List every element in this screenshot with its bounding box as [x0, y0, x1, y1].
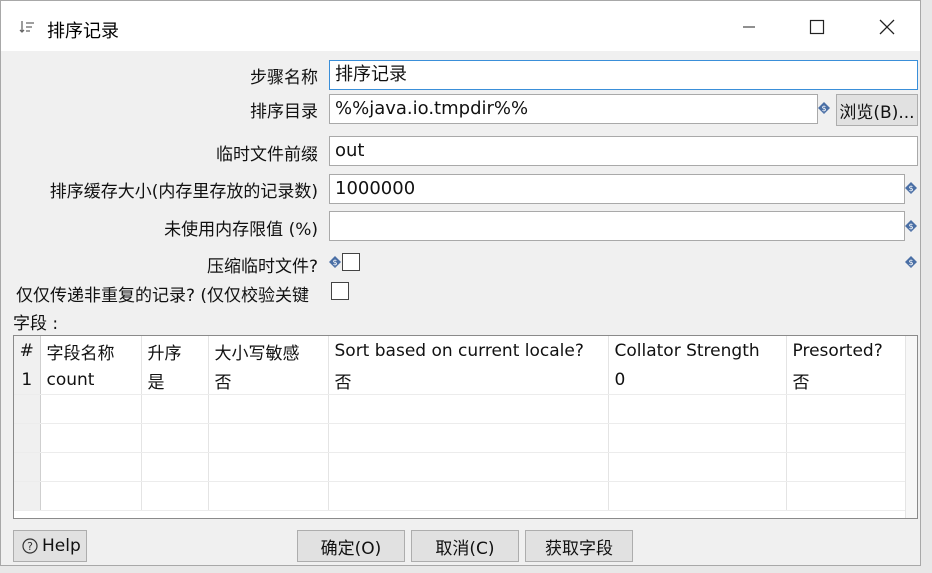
row-number: 1 — [14, 366, 41, 395]
maximize-icon — [809, 19, 825, 35]
column-header[interactable]: Collator Strength — [608, 336, 787, 366]
sort-buffer-label: 排序缓存大小(内存里存放的记录数) — [49, 182, 318, 202]
table-cell[interactable]: 否 — [208, 366, 329, 395]
empty-row[interactable] — [14, 481, 908, 511]
column-header[interactable]: 大小写敏感 — [208, 336, 329, 366]
column-header[interactable]: Presorted? — [786, 336, 908, 366]
minimize-icon — [743, 26, 755, 28]
variable-icon: $ — [905, 220, 917, 232]
help-button[interactable]: ? Help — [13, 530, 87, 562]
svg-text:$: $ — [821, 104, 826, 113]
table-cell[interactable]: count — [40, 366, 142, 395]
close-button[interactable] — [867, 11, 907, 43]
help-icon: ? — [22, 538, 38, 554]
table-scroll-gutter[interactable] — [905, 336, 917, 518]
fields-table: # 字段名称 升序 大小写敏感 Sort based on current lo… — [13, 335, 918, 519]
sort-rows-dialog: 排序记录 步骤名称 排序记录 排序目录 %%java.io.tmpdir%% $… — [0, 0, 921, 566]
temp-prefix-input[interactable]: out — [329, 136, 918, 166]
get-fields-button[interactable]: 获取字段 — [525, 530, 633, 562]
cancel-button[interactable]: 取消(C) — [411, 530, 519, 562]
free-memory-input[interactable] — [329, 211, 905, 241]
table-cell[interactable]: 否 — [328, 366, 609, 395]
sort-directory-input[interactable]: %%java.io.tmpdir%% — [329, 94, 818, 124]
empty-row[interactable] — [14, 423, 908, 453]
table-cell[interactable]: 否 — [786, 366, 908, 395]
browse-button[interactable]: 浏览(B)... — [836, 94, 918, 126]
table-row[interactable]: 1 count 是 否 否 0 否 — [14, 366, 908, 395]
window-title: 排序记录 — [47, 21, 119, 42]
svg-text:?: ? — [27, 540, 33, 553]
sort-icon — [19, 21, 34, 33]
variable-icon: $ — [905, 182, 917, 194]
sort-directory-label: 排序目录 — [250, 102, 318, 122]
compress-label: 压缩临时文件? — [206, 257, 318, 277]
minimize-button[interactable] — [729, 11, 769, 43]
table-header-row: # 字段名称 升序 大小写敏感 Sort based on current lo… — [14, 336, 908, 366]
table-cell[interactable]: 是 — [141, 366, 209, 395]
svg-text:$: $ — [332, 258, 337, 267]
temp-prefix-label: 临时文件前缀 — [216, 145, 318, 165]
compress-checkbox[interactable] — [342, 253, 360, 271]
free-memory-label: 未使用内存限值 (%) — [164, 220, 318, 240]
empty-row[interactable] — [14, 452, 908, 482]
column-header[interactable]: 字段名称 — [40, 336, 142, 366]
title-bar: 排序记录 — [1, 1, 920, 51]
help-label: Help — [42, 536, 81, 556]
svg-text:$: $ — [908, 222, 913, 231]
svg-text:$: $ — [908, 258, 913, 267]
sort-buffer-input[interactable]: 1000000 — [329, 174, 905, 204]
variable-icon: $ — [818, 102, 830, 114]
step-name-input[interactable]: 排序记录 — [329, 60, 918, 90]
maximize-button[interactable] — [797, 11, 837, 43]
column-header[interactable]: # — [14, 336, 41, 366]
close-icon — [879, 19, 895, 35]
unique-rows-label: 仅仅传递非重复的记录? (仅仅校验关键 — [16, 286, 310, 306]
variable-icon: $ — [905, 256, 917, 268]
variable-icon: $ — [329, 256, 341, 268]
column-header[interactable]: 升序 — [141, 336, 209, 366]
empty-row[interactable] — [14, 394, 908, 424]
ok-button[interactable]: 确定(O) — [297, 530, 405, 562]
fields-label: 字段 : — [13, 314, 59, 334]
step-name-label: 步骤名称 — [250, 68, 318, 88]
svg-text:$: $ — [908, 184, 913, 193]
unique-rows-checkbox[interactable] — [331, 282, 349, 300]
table-cell[interactable]: 0 — [608, 366, 787, 395]
column-header[interactable]: Sort based on current locale? — [328, 336, 609, 366]
